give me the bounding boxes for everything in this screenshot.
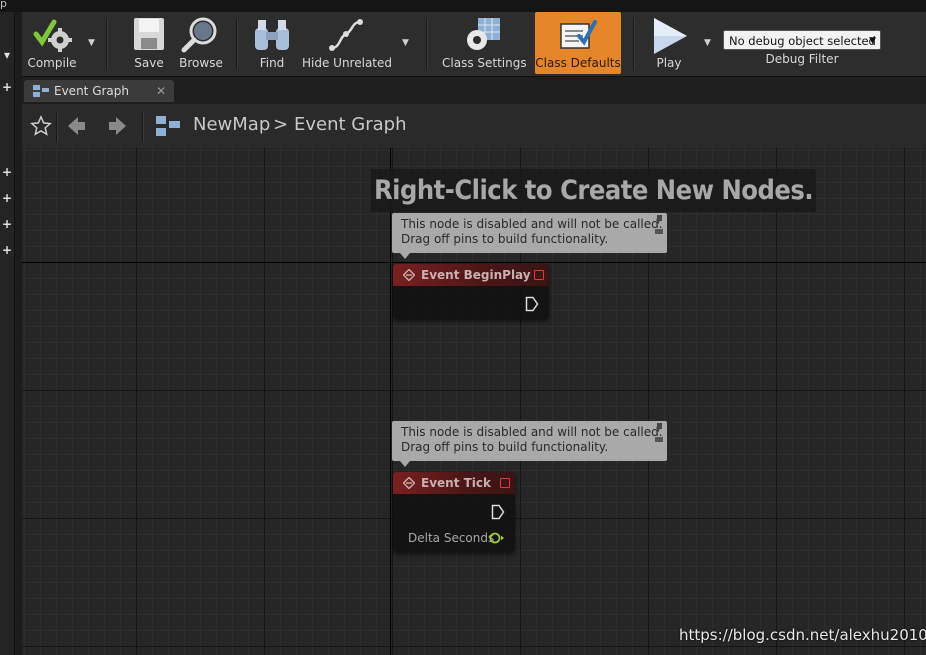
breadcrumb-current[interactable]: Event Graph [294,114,407,135]
add-icon[interactable]: + [0,165,14,179]
comment-line: This node is disabled and will not be ca… [401,217,663,231]
graph-origin-axis-y [390,148,391,655]
browse-label: Browse [179,56,223,70]
hide-unrelated-button[interactable]: Hide Unrelated [302,12,393,74]
blueprint-graph-canvas[interactable]: Right-Click to Create New Nodes. This no… [22,148,926,655]
class-settings-icon [467,18,500,50]
node-title: Event Tick [421,476,492,490]
float-pin-icon[interactable] [489,532,505,544]
graph-breadcrumb-bar: NewMap > Event Graph [22,104,926,149]
node-comment-bubble: This node is disabled and will not be ca… [392,421,667,467]
chevron-down-icon: ▼ [869,36,876,46]
binoculars-icon [255,20,289,50]
window-top-strip: p [0,0,926,12]
save-button[interactable]: Save [126,12,172,74]
toolbar-separator [633,18,635,70]
class-defaults-icon [560,20,597,49]
add-icon[interactable]: + [0,191,14,205]
close-icon[interactable]: ✕ [156,80,166,102]
event-beginplay-node[interactable]: Event BeginPlay [393,264,549,319]
pin-icon[interactable] [654,215,664,235]
toolbar-separator [56,112,58,142]
play-options-dropdown[interactable]: ▼ [704,38,714,48]
hide-unrelated-dropdown[interactable]: ▼ [402,38,412,48]
star-icon[interactable] [30,115,52,137]
event-tick-node[interactable]: Event Tick Delta Seconds [393,472,515,552]
compile-icon [33,19,72,52]
tab-event-graph[interactable]: Event Graph ✕ [24,80,174,102]
comment-line: This node is disabled and will not be ca… [401,425,663,439]
add-icon[interactable]: + [0,243,14,257]
browse-icon [181,17,217,53]
left-panel-strip: ▾ + + + + + [0,12,15,655]
delegate-pin-icon[interactable] [534,270,544,280]
play-button[interactable]: Play [644,12,694,74]
graph-hint-text: Right-Click to Create New Nodes. [371,169,816,212]
class-settings-label: Class Settings [442,56,527,70]
debug-object-select[interactable]: No debug object selected ▼ [723,30,881,50]
compile-label: Compile [27,56,77,70]
event-diamond-icon [403,477,415,489]
delta-seconds-pin-label: Delta Seconds [408,531,495,545]
node-header: Event BeginPlay [393,264,549,286]
exec-pin-icon[interactable] [525,296,539,312]
comment-line: Drag off pins to build functionality. [401,232,609,246]
chevron-down-icon[interactable]: ▾ [0,48,14,62]
node-title: Event BeginPlay [421,268,531,282]
breadcrumb-root[interactable]: NewMap [193,114,270,135]
toolbar-separator [426,18,428,70]
find-label: Find [259,56,285,70]
debug-object-value: No debug object selected [729,34,876,48]
menu-fragment: p [0,0,7,10]
comment-line: Drag off pins to build functionality. [401,440,609,454]
debug-filter-label: Debug Filter [765,52,839,66]
forward-arrow-icon[interactable] [108,115,128,137]
class-defaults-label: Class Defaults [535,56,621,70]
watermark-text: https://blog.csdn.net/alexhu2010q [679,626,926,644]
tab-label: Event Graph [54,84,129,98]
graph-icon [33,85,49,97]
play-icon [654,18,687,54]
add-icon[interactable]: + [0,80,14,94]
toolbar-separator [106,18,108,70]
add-icon[interactable]: + [0,217,14,231]
hide-unrelated-label: Hide Unrelated [302,56,393,70]
event-diamond-icon [403,269,415,281]
delegate-pin-icon[interactable] [500,478,510,488]
graph-origin-axis-x [22,262,926,263]
graph-icon [156,116,180,136]
document-tab-bar: Event Graph ✕ [22,77,926,104]
hide-unrelated-icon [329,19,363,51]
toolbar-separator [142,112,144,142]
node-comment-bubble: This node is disabled and will not be ca… [392,213,667,259]
toolbar-separator [236,18,238,70]
back-arrow-icon[interactable] [66,115,86,137]
blueprint-toolbar: Compile ▼ Save Browse Find Hide Unrelate… [22,12,926,77]
exec-pin-icon[interactable] [491,504,505,520]
find-button[interactable]: Find [248,12,296,74]
class-defaults-button[interactable]: Class Defaults [535,12,621,74]
pin-icon[interactable] [654,423,664,443]
browse-button[interactable]: Browse [174,12,228,74]
breadcrumb-separator: > [273,114,289,135]
class-settings-button[interactable]: Class Settings [442,12,527,74]
node-header: Event Tick [393,472,515,494]
save-label: Save [134,56,164,70]
compile-button[interactable]: Compile [22,12,82,74]
compile-options-dropdown[interactable]: ▼ [88,38,98,48]
save-icon [134,18,164,50]
play-label: Play [656,56,682,70]
